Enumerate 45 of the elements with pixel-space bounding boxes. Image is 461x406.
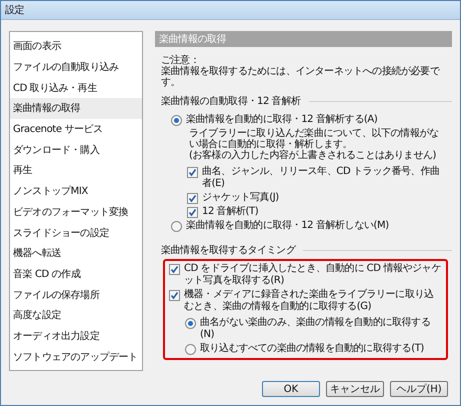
option-label: 取り込むすべての楽曲の情報を自動的に取得する(T) (200, 343, 424, 355)
option-label: CD をドライブに挿入したとき、自動的に CD 情報やジャケット写真を取得する(R) (184, 263, 442, 287)
checkbox[interactable] (187, 167, 198, 178)
category-item[interactable]: 楽曲情報の取得 (10, 98, 142, 119)
category-item[interactable]: オーディオ出力設定 (10, 326, 142, 346)
category-item[interactable]: ビデオのフォーマット変換 (10, 202, 142, 222)
group-label: 楽曲情報を取得するタイミング (161, 245, 296, 256)
description-text: ライブラリーに取り込んだ楽曲について、以下の情報がない場合に自動的に取得・解析します。 (189, 128, 440, 150)
notice-text: ご注意： (161, 55, 200, 66)
category-item[interactable]: 高度な設定 (10, 304, 142, 326)
option-label: 曲名、ジャンル、リリース年、CD トラック番号、作曲者(E) (202, 166, 440, 190)
radio-button[interactable] (185, 344, 196, 355)
window-title: 設定 (5, 4, 24, 17)
category-item[interactable]: ノンストップMIX (10, 180, 142, 202)
dialog-button[interactable]: キャンセル (326, 381, 384, 397)
checkbox[interactable] (169, 290, 180, 301)
checkbox[interactable] (187, 193, 198, 204)
category-item[interactable]: ソフトウェアのアップデート (10, 346, 142, 367)
category-item[interactable]: 画面の表示 (10, 36, 142, 57)
option-label: 楽曲情報を自動的に取得・12 音解析しない(M) (186, 220, 389, 232)
category-item[interactable]: スライドショーの設定 (10, 222, 142, 243)
category-item[interactable]: CD 取り込み・再生 (10, 77, 142, 98)
category-item[interactable]: Gracenote サービス (10, 118, 142, 140)
option-label: ジャケット写真(J) (202, 192, 279, 204)
category-item[interactable]: ファイルの自動取り込み (10, 56, 142, 78)
category-item[interactable]: ダウンロード・購入 (10, 139, 142, 160)
category-item[interactable]: 機器へ転送 (10, 242, 142, 264)
checkbox[interactable] (169, 264, 180, 275)
category-item[interactable]: ファイルの保存場所 (10, 284, 142, 305)
option-label: 12 音解析(T) (202, 206, 258, 218)
radio-button[interactable] (171, 115, 182, 126)
category-item[interactable]: 音楽 CD の作成 (10, 264, 142, 284)
option-label: 曲名がない楽曲のみ、楽曲の情報を自動的に取得する(N) (200, 317, 432, 341)
description-text: (お客様の入力した内容が上書きされることはありません) (189, 150, 438, 161)
radio-button[interactable] (185, 318, 196, 329)
checkbox[interactable] (187, 207, 198, 218)
section-header: 楽曲情報の取得 (155, 31, 452, 47)
radio-button[interactable] (171, 221, 182, 232)
option-label: 楽曲情報を自動的に取得・12 音解析する(A) (186, 114, 378, 126)
category-item[interactable]: 再生 (10, 160, 142, 181)
group-label: 楽曲情報の自動取得・12 音解析 (161, 96, 301, 107)
dialog-button[interactable]: ヘルプ(H) (390, 381, 448, 397)
notice-text: 楽曲情報を取得するためには、インターネットへの接続が必要です。 (161, 66, 441, 88)
dialog-button[interactable]: OK (262, 381, 320, 397)
option-label: 機器・メディアに録音された楽曲をライブラリーに取り込むとき、楽曲の情報を自動的に取得する(G) (184, 289, 435, 313)
